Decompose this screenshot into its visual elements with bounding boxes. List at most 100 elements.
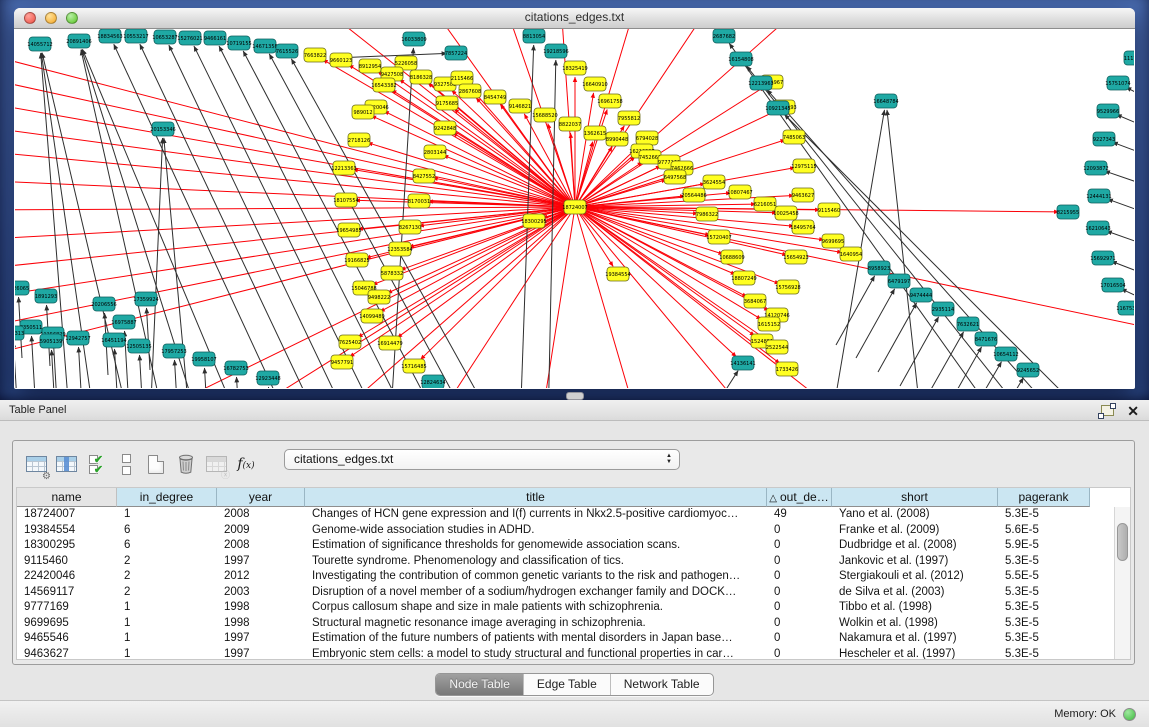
graph-node[interactable]: 12213363: [331, 161, 356, 175]
graph-node[interactable]: 8170031: [408, 194, 430, 208]
close-panel-icon[interactable]: ✕: [1127, 404, 1139, 418]
graph-node[interactable]: 2522544: [766, 340, 788, 354]
graph-node[interactable]: 15654923: [783, 250, 808, 264]
graph-node[interactable]: 19654985: [336, 223, 361, 237]
graph-node[interactable]: 15276021: [177, 31, 202, 45]
graph-node[interactable]: 10653287: [152, 30, 177, 44]
graph-node[interactable]: 16961758: [597, 94, 622, 108]
graph-node[interactable]: 9242848: [434, 121, 456, 135]
graph-edge[interactable]: [269, 387, 272, 388]
graph-node[interactable]: 1362615: [584, 126, 606, 140]
graph-edge[interactable]: [15, 207, 575, 300]
graph-node[interactable]: 10025458: [773, 206, 798, 220]
column-header-out_degree[interactable]: △out_de…: [767, 488, 832, 507]
graph-node[interactable]: 2718126: [348, 133, 370, 147]
table-row[interactable]: 1872400712008Changes of HCN gene express…: [17, 507, 1114, 523]
graph-node[interactable]: 12923448: [255, 371, 280, 385]
graph-edge[interactable]: [575, 207, 736, 357]
delete-table-icon[interactable]: ⓧ: [202, 449, 230, 479]
graph-node[interactable]: 11675341: [1116, 301, 1134, 315]
graph-node[interactable]: 6497568: [664, 170, 686, 184]
pane-splitter-handle[interactable]: [566, 392, 584, 400]
graph-node[interactable]: 18834563: [97, 29, 122, 43]
graph-node[interactable]: 1733426: [776, 362, 798, 376]
graph-node[interactable]: 989012: [352, 105, 374, 119]
graph-node[interactable]: 7485063: [783, 130, 805, 144]
graph-node[interactable]: 15756928: [775, 280, 800, 294]
graph-node[interactable]: 17359924: [133, 292, 158, 306]
graph-node[interactable]: 14099489: [359, 309, 384, 323]
graph-node[interactable]: 8454749: [484, 90, 506, 104]
graph-node[interactable]: 12505135: [126, 339, 151, 353]
graph-node[interactable]: 16210643: [1085, 221, 1110, 235]
graph-node[interactable]: 9660123: [330, 53, 352, 67]
graph-node[interactable]: 16033809: [401, 32, 426, 46]
graph-node[interactable]: 12975115: [791, 159, 816, 173]
close-window-button[interactable]: [24, 12, 36, 24]
graph-node[interactable]: 8990448: [606, 132, 628, 146]
new-table-icon[interactable]: [142, 449, 170, 479]
tab-node-table[interactable]: Node Table: [436, 674, 523, 695]
graph-node[interactable]: 7632621: [957, 317, 979, 331]
graph-node[interactable]: 8215955: [1057, 205, 1079, 219]
graph-edge[interactable]: [878, 303, 917, 372]
graph-node[interactable]: 7955812: [618, 111, 640, 125]
table-row[interactable]: 946554611997Estimation of the future num…: [17, 631, 1114, 647]
graph-node[interactable]: 12942757: [65, 331, 90, 345]
delete-entries-icon[interactable]: [172, 449, 200, 479]
graph-node[interactable]: 1891293: [35, 289, 57, 303]
graph-edge[interactable]: [575, 157, 635, 207]
graph-node[interactable]: 15716485: [401, 359, 426, 373]
graph-node[interactable]: 8958923: [868, 261, 890, 275]
graph-node[interactable]: 19166825: [344, 253, 369, 267]
graph-node[interactable]: 15720407: [706, 230, 731, 244]
graph-edge[interactable]: [925, 332, 964, 388]
graph-node[interactable]: 9699695: [822, 234, 844, 248]
graph-node[interactable]: 15692971: [1090, 251, 1115, 265]
graph-node[interactable]: 8813054: [523, 29, 545, 43]
graph-node[interactable]: 7625402: [339, 335, 361, 349]
graph-node[interactable]: 18300295: [521, 214, 546, 228]
graph-node[interactable]: 9466161: [204, 31, 226, 45]
graph-node[interactable]: 16640910: [582, 77, 607, 91]
network-view-canvas[interactable]: 1872400776638229660123891295452260589427…: [15, 29, 1134, 388]
column-header-name[interactable]: name: [17, 488, 117, 507]
graph-node[interactable]: 5905139: [40, 334, 62, 348]
graph-edge[interactable]: [54, 343, 57, 388]
graph-node[interactable]: 2526065: [15, 281, 29, 295]
graph-edge[interactable]: [79, 347, 82, 388]
unselect-all-icon[interactable]: [112, 449, 140, 479]
graph-node[interactable]: 10807467: [727, 185, 752, 199]
table-settings-icon[interactable]: ⚙: [22, 449, 50, 479]
table-row[interactable]: 911546021997Tourette syndrome. Phenomeno…: [17, 554, 1114, 570]
graph-node[interactable]: 16975887: [111, 315, 136, 329]
graph-node[interactable]: 20206556: [91, 297, 116, 311]
graph-node[interactable]: 12093872: [1083, 161, 1108, 175]
graph-node[interactable]: 10553217: [123, 29, 148, 43]
graph-edge[interactable]: [237, 377, 240, 388]
graph-edge[interactable]: [397, 207, 575, 338]
column-header-title[interactable]: title: [305, 488, 767, 507]
function-builder-icon[interactable]: f(x): [232, 449, 260, 479]
graph-node[interactable]: 17016504: [1100, 278, 1125, 292]
graph-edge[interactable]: [1107, 199, 1134, 218]
network-graph-svg[interactable]: 1872400776638229660123891295452260589427…: [15, 29, 1134, 388]
graph-node[interactable]: 16154808: [728, 52, 753, 66]
tab-edge-table[interactable]: Edge Table: [523, 674, 610, 695]
column-header-in_degree[interactable]: in_degree: [117, 488, 217, 507]
graph-node[interactable]: 20153346: [150, 122, 175, 136]
graph-node[interactable]: 16648784: [873, 94, 898, 108]
graph-edge[interactable]: [169, 45, 350, 388]
graph-node[interactable]: 6216051: [754, 197, 776, 211]
table-row[interactable]: 1456911722003Disruption of a novel membe…: [17, 585, 1114, 601]
graph-edge[interactable]: [575, 207, 640, 388]
graph-node[interactable]: 5878332: [381, 266, 403, 280]
graph-node[interactable]: 2803144: [424, 145, 446, 159]
table-select[interactable]: citations_edges.txt ▲▼: [284, 449, 680, 470]
select-all-icon[interactable]: ✔ ✔: [82, 449, 110, 479]
graph-node[interactable]: 6479197: [888, 274, 910, 288]
graph-node[interactable]: 20564486: [681, 188, 706, 202]
graph-edge[interactable]: [1116, 115, 1134, 133]
graph-edge[interactable]: [175, 360, 178, 388]
graph-node[interactable]: 15751074: [1105, 76, 1130, 90]
